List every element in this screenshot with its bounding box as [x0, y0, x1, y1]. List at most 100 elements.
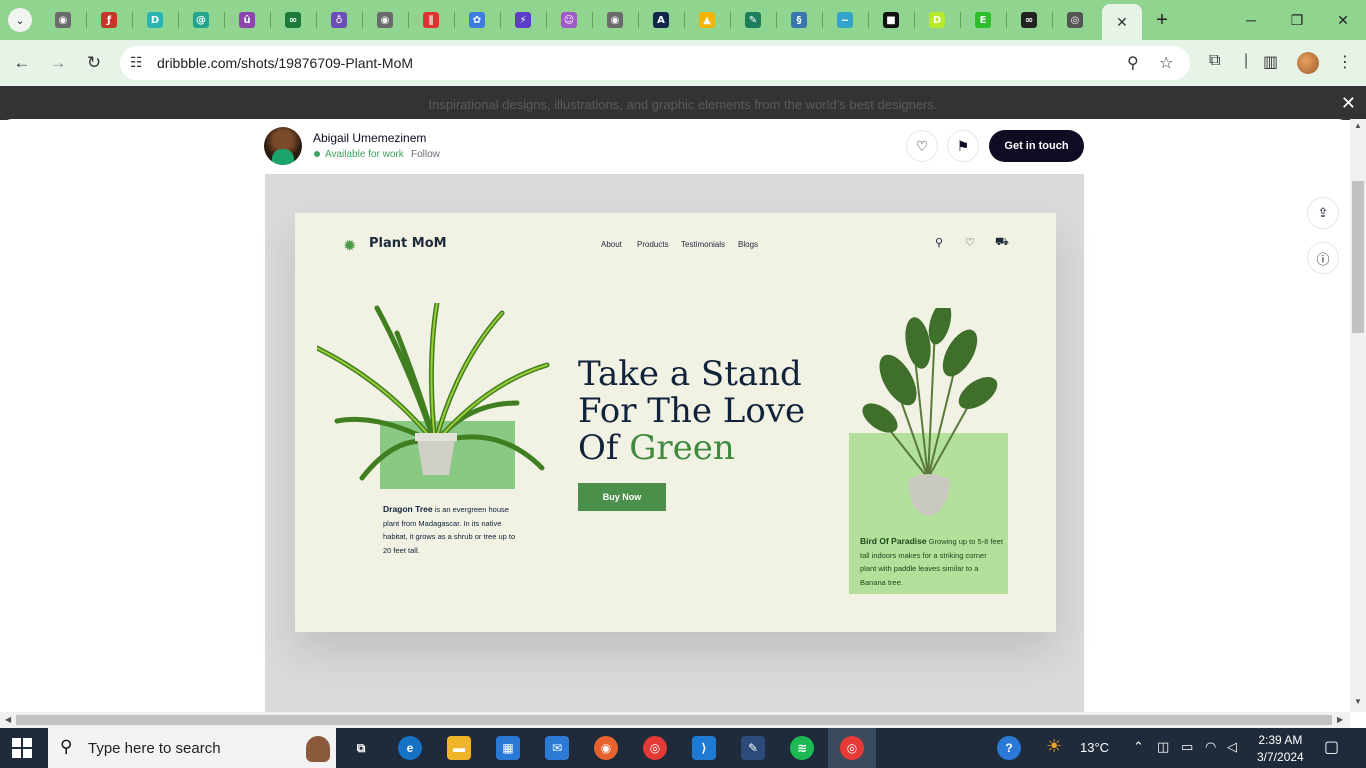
store-icon[interactable]: ▦: [496, 736, 520, 760]
vscode-icon[interactable]: ⟩: [692, 736, 716, 760]
get-in-touch-button[interactable]: Get in touch: [989, 130, 1084, 162]
font-icon: A: [653, 12, 669, 28]
broadcast-icon: ◎: [1067, 12, 1083, 28]
wifi-icon[interactable]: ◠: [1205, 739, 1216, 755]
plant-mom-mockup: ✹ Plant MoM About Products Testimonials …: [295, 213, 1056, 632]
close-tab-icon[interactable]: ✕: [1116, 14, 1128, 31]
designer-name[interactable]: Abigail Umemezinem: [313, 131, 426, 145]
bookmark-star-icon[interactable]: ☆: [1159, 53, 1173, 73]
chrome-icon[interactable]: ◎: [643, 736, 667, 760]
notifications-icon[interactable]: ▢: [1324, 737, 1339, 757]
browser-tab[interactable]: ∞: [270, 0, 316, 40]
new-tab-button[interactable]: +: [1150, 8, 1174, 32]
browser-tab[interactable]: ✿: [454, 0, 500, 40]
browser-tab[interactable]: @: [178, 0, 224, 40]
d-badge-icon: D: [929, 12, 945, 28]
search-icon: ⚲: [60, 737, 73, 756]
browser-tab[interactable]: ⚡: [500, 0, 546, 40]
browser-tab[interactable]: ◉: [592, 0, 638, 40]
like-button[interactable]: ♡: [906, 130, 938, 162]
profile-avatar[interactable]: [1297, 52, 1319, 74]
task-view-icon[interactable]: ⧉: [349, 736, 373, 760]
person-icon: ☺: [561, 12, 577, 28]
headline-line-3: Of Green: [578, 430, 805, 467]
browser-tab[interactable]: ∥: [408, 0, 454, 40]
mock-headline: Take a Stand For The Love Of Green: [578, 356, 805, 467]
drive-icon: ▲: [699, 12, 715, 28]
designer-avatar[interactable]: [264, 127, 302, 165]
browser-tab[interactable]: ♁: [316, 0, 362, 40]
browser-tab[interactable]: D: [914, 0, 960, 40]
mock-nav-testimonials: Testimonials: [681, 240, 726, 249]
browser-tab[interactable]: ■: [868, 0, 914, 40]
windows-start-button[interactable]: [12, 738, 32, 758]
browser-tab[interactable]: ◉: [40, 0, 86, 40]
chrome-profile-icon[interactable]: ◎: [840, 736, 864, 760]
horizontal-scroll-thumb[interactable]: [16, 715, 1332, 725]
url-text[interactable]: dribbble.com/shots/19876709-Plant-MoM: [157, 55, 413, 71]
info-button[interactable]: ⓘ: [1307, 242, 1339, 274]
zoom-icon[interactable]: ⚲: [1127, 53, 1139, 73]
browser-tab[interactable]: ☺: [546, 0, 592, 40]
browser-tab[interactable]: ◉: [362, 0, 408, 40]
scroll-right-arrow-icon[interactable]: ▶: [1337, 715, 1343, 724]
address-bar[interactable]: ☷ dribbble.com/shots/19876709-Plant-MoM …: [120, 46, 1190, 80]
edge-icon[interactable]: e: [398, 736, 422, 760]
map-icon: ✎: [745, 12, 761, 28]
follow-link[interactable]: Follow: [411, 149, 440, 160]
taskbar-search[interactable]: ⚲ Type here to search: [48, 728, 336, 768]
dev-tool-icon[interactable]: ✎: [741, 736, 765, 760]
back-button[interactable]: ←: [9, 50, 35, 76]
e-icon: E: [975, 12, 991, 28]
browser-tab[interactable]: A: [638, 0, 684, 40]
spotify-icon[interactable]: ≋: [790, 736, 814, 760]
taskbar-clock[interactable]: 2:39 AM 3/7/2024: [1257, 732, 1304, 766]
horizontal-scrollbar[interactable]: ◀ ▶: [0, 712, 1350, 728]
vertical-scrollbar[interactable]: ▲ ▼: [1350, 119, 1366, 712]
weather-icon[interactable]: ☀: [1046, 736, 1062, 757]
close-overlay-icon[interactable]: ✕: [1341, 93, 1356, 114]
browser-tab[interactable]: E: [960, 0, 1006, 40]
volume-icon[interactable]: ◁: [1227, 739, 1237, 755]
browser-tab[interactable]: D: [132, 0, 178, 40]
forward-button[interactable]: →: [45, 50, 71, 76]
site-info-icon[interactable]: ☷: [130, 54, 143, 71]
browser-tab[interactable]: ∞: [1006, 0, 1052, 40]
menu-icon[interactable]: ⋮: [1337, 52, 1353, 72]
restore-button[interactable]: ❐: [1274, 0, 1320, 40]
browser-tab[interactable]: ◎: [1052, 0, 1098, 40]
browser-tab[interactable]: ƒ: [86, 0, 132, 40]
bird-of-paradise-name: Bird Of Paradise: [860, 536, 927, 546]
file-explorer-icon[interactable]: ▬: [447, 736, 471, 760]
scroll-down-arrow-icon[interactable]: ▼: [1354, 697, 1362, 706]
extensions-icon[interactable]: ⧉: [1209, 52, 1220, 70]
meet-now-icon[interactable]: ◫: [1157, 739, 1169, 755]
headline-line-2: For The Love: [578, 391, 806, 431]
save-button[interactable]: ⚑: [947, 130, 979, 162]
browser-tab[interactable]: §: [776, 0, 822, 40]
tab-search-button[interactable]: ⌄: [8, 8, 32, 32]
battery-icon[interactable]: ▭: [1181, 739, 1193, 755]
weather-temperature[interactable]: 13°C: [1080, 740, 1109, 755]
browser-tab[interactable]: ✎: [730, 0, 776, 40]
help-icon[interactable]: ?: [997, 736, 1021, 760]
barcode-icon: ∥: [423, 12, 439, 28]
mail-icon[interactable]: ✉: [545, 736, 569, 760]
firefox-icon[interactable]: ◉: [594, 736, 618, 760]
vertical-scroll-thumb[interactable]: [1352, 181, 1364, 333]
availability-dot: [314, 151, 320, 157]
scroll-left-arrow-icon[interactable]: ◀: [5, 715, 11, 724]
browser-tab[interactable]: ▲: [684, 0, 730, 40]
show-hidden-icons-icon[interactable]: ⌃: [1133, 739, 1144, 755]
reload-button[interactable]: ↻: [81, 50, 107, 76]
browser-tab[interactable]: ~: [822, 0, 868, 40]
side-panel-icon[interactable]: ▥: [1263, 52, 1278, 72]
taskbar-search-placeholder[interactable]: Type here to search: [88, 740, 221, 757]
minimize-button[interactable]: ─: [1228, 0, 1274, 40]
share-button[interactable]: ⇪: [1307, 197, 1339, 229]
active-tab[interactable]: ✕: [1102, 4, 1142, 40]
close-window-button[interactable]: ✕: [1320, 0, 1366, 40]
scroll-up-arrow-icon[interactable]: ▲: [1354, 121, 1362, 130]
browser-tab[interactable]: û: [224, 0, 270, 40]
headline-line-1: Take a Stand: [578, 354, 802, 394]
